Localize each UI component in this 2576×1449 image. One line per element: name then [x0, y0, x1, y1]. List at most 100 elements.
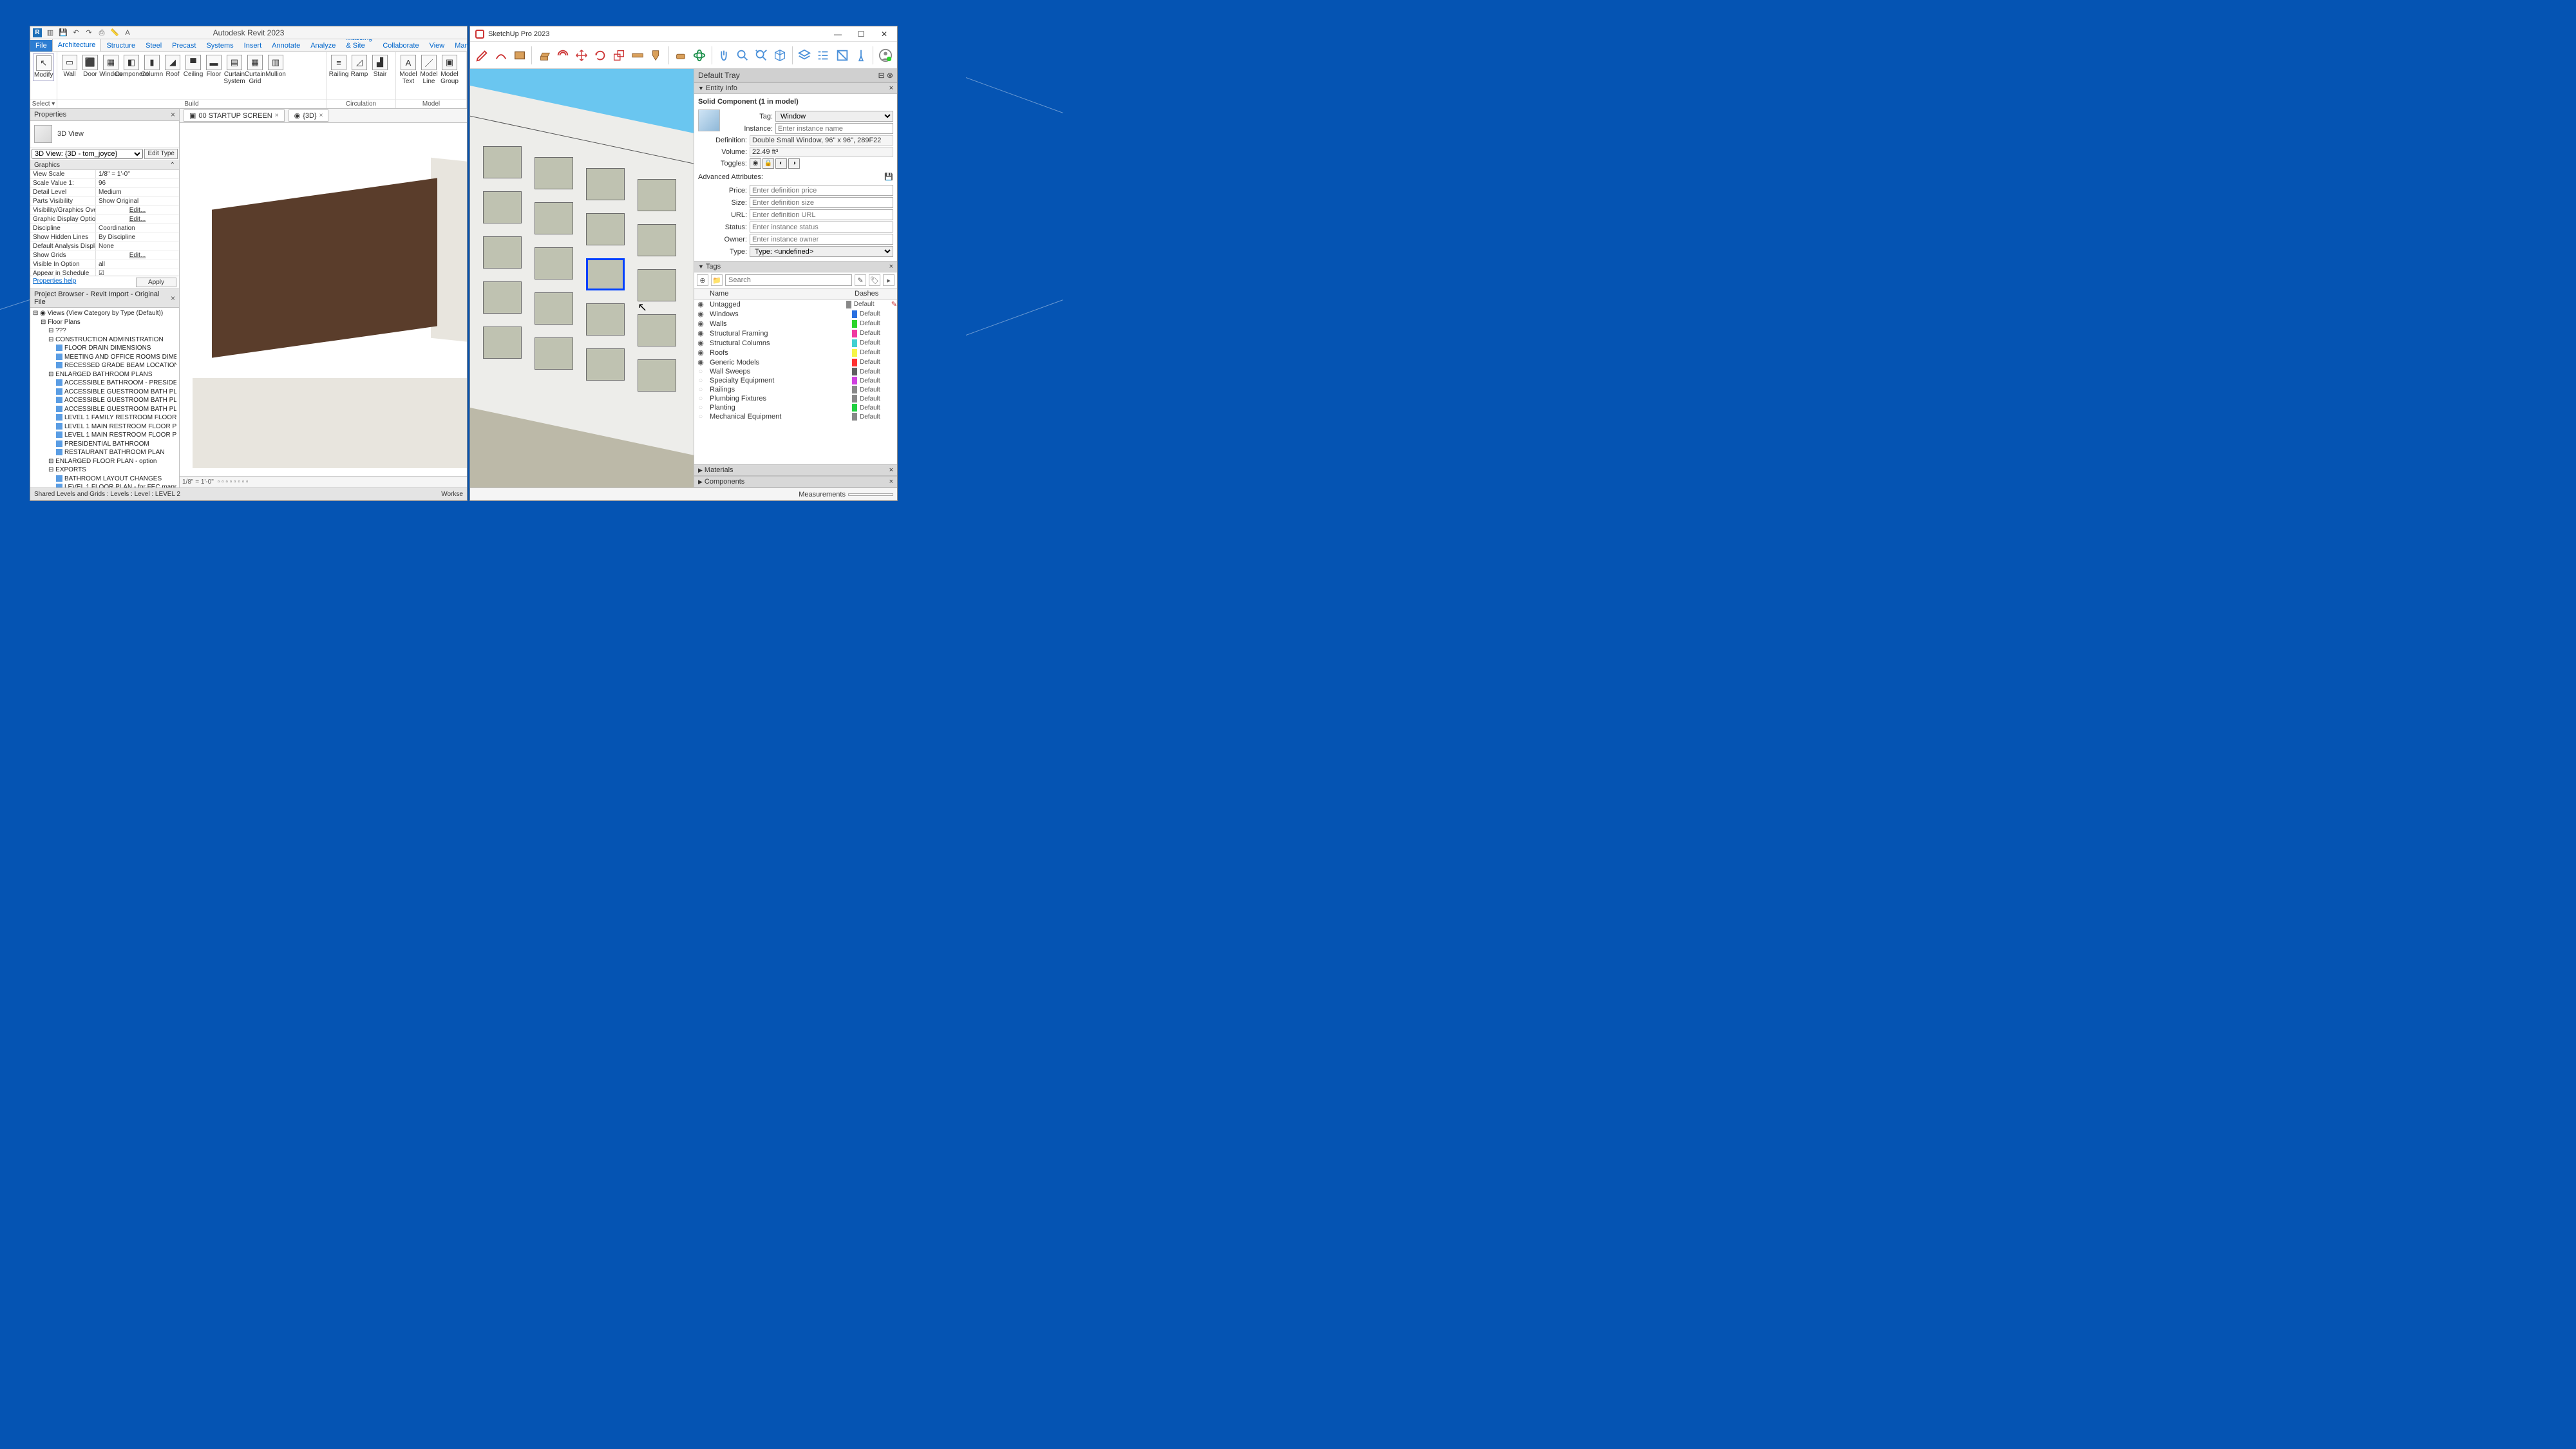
tab-architecture[interactable]: Architecture — [52, 39, 102, 52]
qat-redo-icon[interactable]: ↷ — [84, 28, 93, 37]
window-component[interactable] — [638, 224, 676, 256]
window-component[interactable] — [483, 191, 522, 223]
stair-button[interactable]: ▟Stair — [370, 53, 390, 80]
qat-open-icon[interactable]: ▥ — [46, 28, 55, 37]
toggle-shadow[interactable]: ◐ — [775, 158, 787, 169]
tag-menu-icon[interactable]: ▸ — [883, 274, 895, 286]
pin-icon[interactable] — [853, 47, 869, 64]
tree-node[interactable]: ⊟ ??? — [33, 327, 176, 336]
wall-button[interactable]: ▭Wall — [60, 53, 79, 80]
toggle-lock[interactable]: 🔒 — [762, 158, 774, 169]
tab-steel[interactable]: Steel — [140, 40, 167, 52]
qat-measure-icon[interactable]: 📏 — [110, 28, 119, 37]
tab-annotate[interactable]: Annotate — [267, 40, 305, 52]
status-input[interactable] — [750, 222, 893, 232]
column-button[interactable]: ▮Column — [142, 53, 162, 80]
tag-label-icon[interactable]: 🏷 — [869, 274, 880, 286]
window-component[interactable] — [638, 359, 676, 392]
tags-header[interactable]: ▼Tags× — [694, 261, 897, 272]
window-component[interactable] — [535, 202, 573, 234]
window-component[interactable] — [535, 247, 573, 279]
mullion-button[interactable]: ▥Mullion — [266, 53, 285, 80]
instance-input[interactable] — [775, 123, 893, 134]
rectangle-icon[interactable] — [511, 47, 527, 64]
tab-insert[interactable]: Insert — [239, 40, 267, 52]
tab-analyze[interactable]: Analyze — [305, 40, 341, 52]
tab-file[interactable]: File — [30, 40, 52, 52]
pan-icon[interactable] — [716, 47, 732, 64]
visibility-icon[interactable]: ◉ — [694, 310, 707, 318]
tree-node[interactable]: FLOOR DRAIN DIMENSIONS — [33, 344, 176, 353]
tag-row[interactable]: ○Plumbing FixturesDefault — [694, 394, 897, 403]
visibility-icon[interactable]: ○ — [694, 377, 707, 384]
col-dashes[interactable]: Dashes — [852, 289, 897, 299]
qat-save-icon[interactable]: 💾 — [59, 28, 68, 37]
close-icon[interactable]: × — [275, 112, 279, 119]
view-tab-3d[interactable]: ◉{3D}× — [289, 109, 329, 122]
close-icon[interactable]: × — [889, 84, 893, 92]
window-component[interactable] — [586, 348, 625, 381]
window-component[interactable] — [638, 269, 676, 301]
component-button[interactable]: ◧Component — [122, 53, 141, 80]
add-tag-button[interactable]: ⊕ — [697, 274, 708, 286]
col-name[interactable]: Name — [707, 289, 852, 299]
tab-collaborate[interactable]: Collaborate — [377, 40, 424, 52]
tag-row[interactable]: ◉Generic ModelsDefault — [694, 357, 897, 367]
view-selector[interactable]: 3D View: {3D - tom_joyce} — [32, 149, 143, 159]
curtain-system-button[interactable]: ▤Curtain System — [225, 53, 244, 86]
properties-help-link[interactable]: Properties help — [33, 278, 76, 287]
offset-icon[interactable] — [554, 47, 571, 64]
tab-structure[interactable]: Structure — [101, 40, 140, 52]
tree-node[interactable]: PRESIDENTIAL BATHROOM — [33, 440, 176, 449]
owner-input[interactable] — [750, 234, 893, 245]
tag-row[interactable]: ◉Structural FramingDefault — [694, 328, 897, 338]
window-component[interactable] — [638, 314, 676, 346]
close-button[interactable]: ✕ — [873, 26, 896, 42]
pencil-icon[interactable] — [474, 47, 490, 64]
qat-text-icon[interactable]: A — [123, 28, 132, 37]
roof-button[interactable]: ◢Roof — [163, 53, 182, 80]
tab-precast[interactable]: Precast — [167, 40, 201, 52]
tag-row[interactable]: ○RailingsDefault — [694, 385, 897, 394]
minimize-button[interactable]: — — [826, 26, 849, 42]
window-component[interactable] — [586, 213, 625, 245]
visibility-icon[interactable]: ○ — [694, 404, 707, 412]
paint-icon[interactable] — [649, 47, 665, 64]
window-component[interactable] — [586, 303, 625, 336]
close-icon[interactable]: × — [319, 112, 323, 119]
visibility-icon[interactable]: ◉ — [694, 339, 707, 347]
visibility-icon[interactable]: ○ — [694, 368, 707, 375]
apply-button[interactable]: Apply — [136, 278, 176, 287]
curtain-grid-button[interactable]: ▦Curtain Grid — [245, 53, 265, 86]
zoom-icon[interactable] — [735, 47, 751, 64]
window-component[interactable] — [483, 236, 522, 269]
close-icon[interactable]: × — [889, 478, 893, 486]
zoom-extents-icon[interactable] — [753, 47, 770, 64]
window-component[interactable] — [483, 146, 522, 178]
close-icon[interactable]: × — [171, 110, 175, 119]
window-component[interactable] — [638, 179, 676, 211]
tag-row[interactable]: ◉WindowsDefault — [694, 309, 897, 319]
iso-icon[interactable] — [772, 47, 788, 64]
model-line-button[interactable]: ／Model Line — [419, 53, 439, 86]
arc-icon[interactable] — [493, 47, 509, 64]
modify-button[interactable]: ↖Modify — [33, 53, 54, 81]
tag-edit-icon[interactable]: ✎ — [855, 274, 866, 286]
visibility-icon[interactable]: ○ — [694, 413, 707, 421]
tag-row[interactable]: ○Specialty EquipmentDefault — [694, 376, 897, 385]
close-icon[interactable]: × — [889, 466, 893, 474]
tag-row[interactable]: ○PlantingDefault — [694, 403, 897, 412]
window-component[interactable] — [535, 157, 573, 189]
view-tab-startup[interactable]: ▣00 STARTUP SCREEN× — [184, 109, 285, 122]
scale-icon[interactable] — [611, 47, 627, 64]
qat-print-icon[interactable]: ⎙ — [97, 28, 106, 37]
window-component[interactable] — [535, 292, 573, 325]
tag-folder-button[interactable]: 📁 — [711, 274, 723, 286]
tag-row[interactable]: ○Wall SweepsDefault — [694, 367, 897, 376]
visibility-icon[interactable]: ◉ — [694, 358, 707, 366]
materials-header[interactable]: ▶Materials× — [694, 464, 897, 476]
tree-node[interactable]: ACCESSIBLE BATHROOM - PRESIDENTI — [33, 379, 176, 388]
tag-select[interactable]: Window — [775, 111, 893, 122]
tree-node[interactable]: LEVEL 1 FAMILY RESTROOM FLOOR PL — [33, 413, 176, 422]
model-text-button[interactable]: AModel Text — [399, 53, 418, 86]
